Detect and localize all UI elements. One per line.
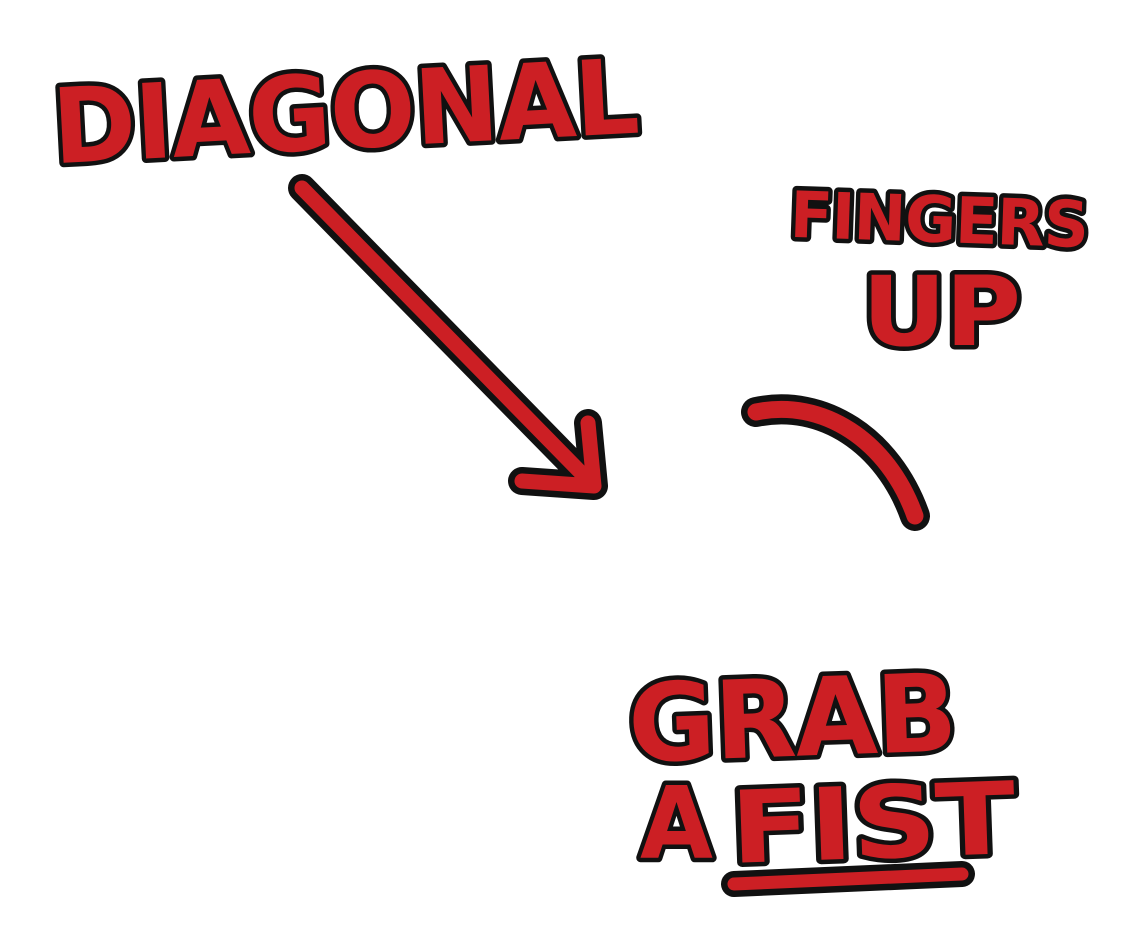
diagonal-label: DIAGONAL bbox=[49, 36, 641, 189]
fist-underline bbox=[721, 861, 975, 897]
a-label: A bbox=[640, 765, 713, 882]
diagonal-arrow-icon bbox=[288, 174, 608, 500]
gesture-canvas: DIAGONAL FINGERS UP GRAB A FIST bbox=[45, 31, 1094, 897]
curve-stroke-icon bbox=[741, 394, 930, 531]
fingers-label: FINGERS bbox=[789, 179, 1089, 263]
up-label: UP bbox=[862, 256, 1020, 368]
